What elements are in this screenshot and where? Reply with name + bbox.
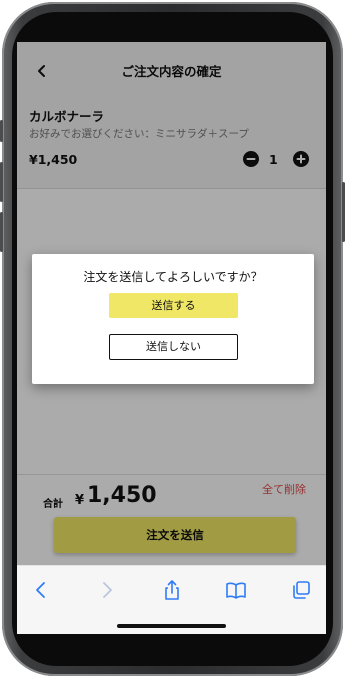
confirm-send-button[interactable]: 送信する (109, 293, 238, 318)
dialog-message: 注文を送信してよろしいですか？ (83, 270, 263, 284)
app-content: ご注文内容の確定 カルボナーラ お好みでお選びください：ミニサラダ＋スープ ¥1… (17, 42, 326, 566)
share-icon[interactable] (161, 579, 183, 601)
home-indicator[interactable] (117, 624, 226, 628)
tabs-icon[interactable] (290, 579, 312, 601)
volume-down-button (0, 212, 3, 252)
mute-switch (0, 120, 3, 142)
bookmarks-icon[interactable] (225, 579, 247, 601)
volume-up-button (0, 162, 3, 202)
power-button (342, 182, 345, 242)
confirm-dialog: 注文を送信してよろしいですか？ 送信する 送信しない (32, 254, 314, 384)
forward-icon[interactable] (96, 579, 118, 601)
back-icon[interactable] (30, 579, 52, 601)
cancel-send-button[interactable]: 送信しない (109, 334, 238, 360)
phone-screen: ご注文内容の確定 カルボナーラ お好みでお選びください：ミニサラダ＋スープ ¥1… (17, 42, 326, 634)
